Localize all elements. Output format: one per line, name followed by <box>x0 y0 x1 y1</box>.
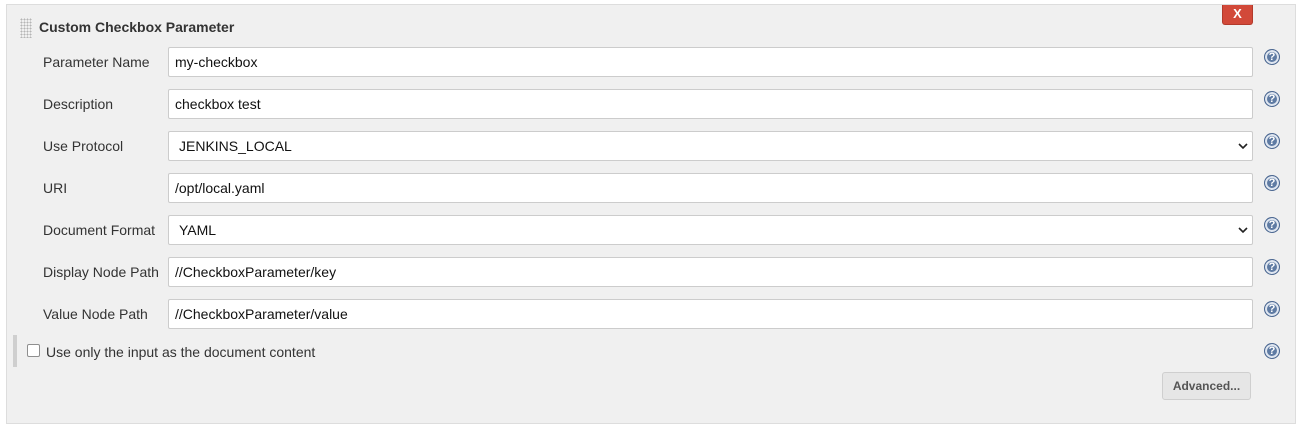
help-glyph: ? <box>1268 93 1276 105</box>
checkbox-row-marker <box>13 335 17 367</box>
help-glyph: ? <box>1268 51 1276 63</box>
help-glyph: ? <box>1268 219 1276 231</box>
use-input-as-document-label[interactable]: Use only the input as the document conte… <box>46 343 315 361</box>
use-protocol-label: Use Protocol <box>43 138 124 154</box>
value-node-path-input[interactable]: //CheckboxParameter/value <box>168 299 1253 329</box>
help-glyph: ? <box>1268 261 1276 273</box>
help-icon[interactable]: ? <box>1264 259 1280 275</box>
help-icon[interactable]: ? <box>1264 91 1280 107</box>
advanced-button[interactable]: Advanced... <box>1162 372 1251 400</box>
parameter-name-label: Parameter Name <box>43 54 150 70</box>
display-node-path-input[interactable]: //CheckboxParameter/key <box>168 257 1253 287</box>
parameter-name-input[interactable]: my-checkbox <box>168 47 1253 77</box>
help-icon[interactable]: ? <box>1264 343 1280 359</box>
document-format-value: YAML <box>179 222 217 238</box>
help-glyph: ? <box>1268 177 1276 189</box>
chevron-down-icon <box>1238 143 1248 150</box>
help-icon[interactable]: ? <box>1264 175 1280 191</box>
uri-label: URI <box>43 180 68 196</box>
section-title: Custom Checkbox Parameter <box>39 19 235 35</box>
help-glyph: ? <box>1268 135 1276 147</box>
display-node-path-label: Display Node Path <box>43 264 159 280</box>
document-format-select[interactable]: YAML <box>168 215 1253 245</box>
use-protocol-value: JENKINS_LOCAL <box>179 138 292 154</box>
delete-button[interactable]: X <box>1222 5 1253 25</box>
uri-input[interactable]: /opt/local.yaml <box>168 173 1253 203</box>
description-label: Description <box>43 96 114 112</box>
drag-handle-icon[interactable] <box>20 18 32 38</box>
value-node-path-label: Value Node Path <box>43 306 148 322</box>
help-icon[interactable]: ? <box>1264 49 1280 65</box>
use-protocol-select[interactable]: JENKINS_LOCAL <box>168 131 1253 161</box>
help-icon[interactable]: ? <box>1264 217 1280 233</box>
help-glyph: ? <box>1268 345 1276 357</box>
help-glyph: ? <box>1268 303 1276 315</box>
help-icon[interactable]: ? <box>1264 133 1280 149</box>
use-input-as-document-checkbox[interactable] <box>27 344 40 357</box>
parameter-panel: Custom Checkbox Parameter X Parameter Na… <box>6 4 1296 424</box>
help-icon[interactable]: ? <box>1264 301 1280 317</box>
document-format-label: Document Format <box>43 222 156 238</box>
description-input[interactable]: checkbox test <box>168 89 1253 119</box>
chevron-down-icon <box>1238 227 1248 234</box>
